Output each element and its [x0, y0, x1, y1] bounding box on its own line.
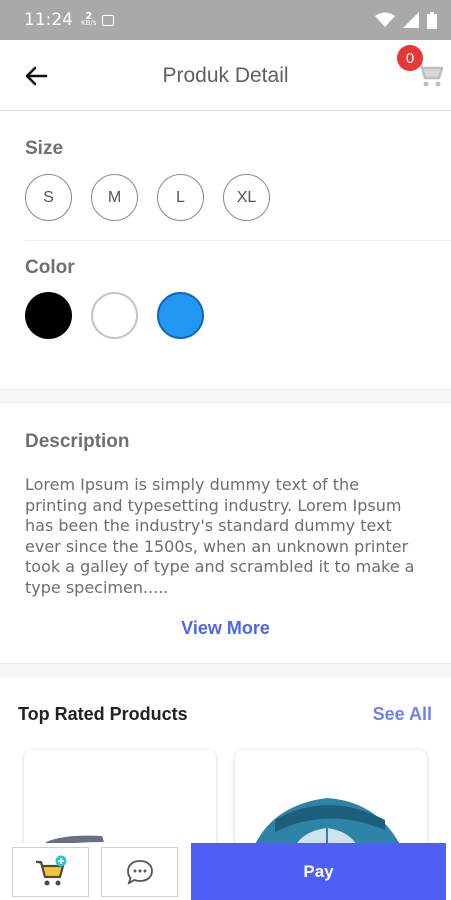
description-text: Lorem Ipsum is simply dummy text of the … — [25, 475, 415, 597]
status-bar: 11:24 2 KB/s — [0, 0, 451, 40]
size-options: S M L XL — [25, 174, 270, 221]
wifi-icon — [375, 12, 395, 27]
page-title: Produk Detail — [162, 64, 289, 87]
net-speed-unit: KB/s — [81, 19, 97, 27]
cart-count-badge: 0 — [397, 45, 423, 71]
color-option-blue[interactable] — [157, 292, 204, 339]
size-option-s[interactable]: S — [25, 174, 72, 221]
see-all-link[interactable]: See All — [373, 704, 432, 725]
divider — [25, 240, 451, 241]
status-icons — [375, 11, 437, 29]
color-option-black[interactable] — [25, 292, 72, 339]
size-option-l[interactable]: L — [157, 174, 204, 221]
status-time: 11:24 — [24, 10, 73, 30]
chat-button[interactable] — [101, 847, 178, 897]
add-to-cart-icon — [35, 855, 66, 886]
chat-icon — [126, 860, 153, 885]
color-options — [25, 292, 204, 339]
image-icon — [102, 14, 115, 26]
app-header: Produk Detail 0 — [0, 40, 451, 111]
size-option-m[interactable]: M — [91, 174, 138, 221]
description-title: Description — [25, 431, 130, 452]
size-option-xl[interactable]: XL — [223, 174, 270, 221]
pay-button[interactable]: Pay — [191, 843, 446, 900]
top-rated-title: Top Rated Products — [18, 704, 188, 724]
signal-icon — [403, 12, 419, 28]
bottom-action-bar: Pay — [0, 843, 451, 900]
color-option-white[interactable] — [91, 292, 138, 339]
section-separator — [0, 389, 451, 403]
color-label: Color — [25, 257, 75, 278]
battery-icon — [427, 11, 437, 29]
section-separator — [0, 663, 451, 677]
add-to-cart-button[interactable] — [12, 847, 89, 897]
net-speed: 2 KB/s — [81, 12, 97, 27]
view-more-link[interactable]: View More — [0, 618, 451, 639]
size-label: Size — [25, 138, 64, 159]
